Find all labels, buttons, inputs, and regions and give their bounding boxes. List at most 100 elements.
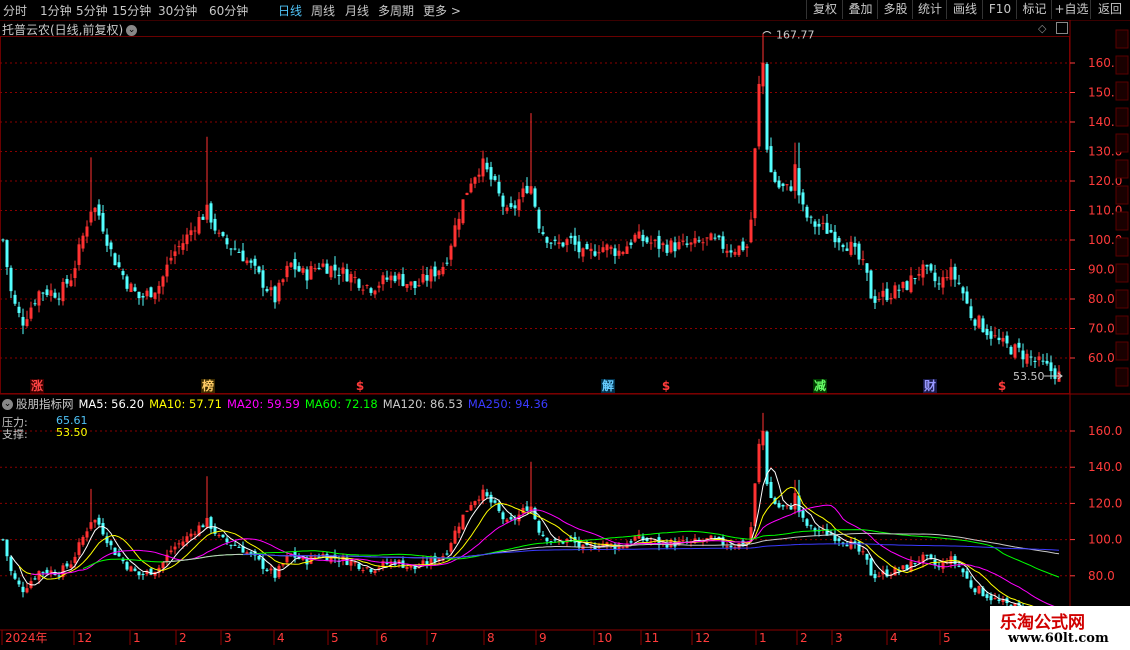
event-marker-4[interactable]: $ bbox=[659, 379, 673, 393]
event-marker-2[interactable]: $ bbox=[353, 379, 367, 393]
candle-body bbox=[1053, 368, 1057, 379]
candle-body bbox=[769, 146, 773, 173]
candle-body bbox=[385, 277, 389, 280]
candle-body bbox=[745, 246, 749, 249]
support-label: 支撑: bbox=[2, 428, 28, 441]
candle-body bbox=[353, 276, 357, 278]
candle-body bbox=[349, 274, 353, 283]
candle-body bbox=[733, 251, 737, 255]
candle-body bbox=[225, 538, 229, 543]
candle-body bbox=[589, 248, 593, 252]
event-marker-3[interactable]: 解 bbox=[601, 379, 615, 393]
candle-body bbox=[833, 534, 837, 541]
event-marker-7[interactable]: $ bbox=[995, 379, 1009, 393]
side-tab bbox=[1115, 263, 1129, 283]
candle-body bbox=[517, 199, 521, 211]
candle-body bbox=[441, 266, 445, 275]
event-marker-5[interactable]: 减 bbox=[813, 379, 827, 393]
candle-body bbox=[777, 180, 781, 188]
time-label: 8 bbox=[487, 631, 495, 645]
low-price-label: 53.50 bbox=[1013, 370, 1045, 383]
event-marker-6[interactable]: 财 bbox=[923, 379, 937, 393]
candle-body bbox=[837, 238, 841, 243]
candle-body bbox=[133, 287, 137, 292]
ma-label-4: MA120: 86.53 bbox=[382, 397, 463, 411]
candle-body bbox=[105, 234, 109, 246]
candle-body bbox=[1001, 337, 1005, 342]
candle-body bbox=[329, 266, 333, 278]
candle-body bbox=[349, 560, 353, 566]
candle-body bbox=[17, 580, 21, 585]
candle-body bbox=[845, 544, 849, 547]
time-label: 3 bbox=[835, 631, 843, 645]
candle-body bbox=[897, 289, 901, 291]
candle-body bbox=[537, 520, 541, 533]
candle-body bbox=[5, 539, 9, 557]
candle-body bbox=[965, 291, 969, 304]
indicator-tick-label: 140.0 bbox=[1088, 460, 1122, 474]
candle-body bbox=[661, 243, 665, 246]
site-watermark: 乐淘公式网 www.60lt.com bbox=[990, 606, 1130, 650]
indicator-name[interactable]: 股朋指标网 bbox=[16, 397, 74, 411]
candle-body bbox=[653, 239, 657, 241]
candle-body bbox=[629, 242, 633, 246]
candle-body bbox=[893, 285, 897, 299]
candle-body bbox=[405, 566, 409, 569]
event-marker-0[interactable]: 涨 bbox=[30, 379, 44, 393]
candle-body bbox=[229, 544, 233, 546]
candle-body bbox=[717, 235, 721, 238]
candle-body bbox=[525, 185, 529, 194]
time-label: 5 bbox=[331, 631, 339, 645]
ma-legend: MA5: 56.20 MA10: 57.71 MA20: 59.59 MA60: 72… bbox=[79, 397, 554, 411]
candle-body bbox=[821, 222, 825, 224]
candle-body bbox=[297, 266, 301, 272]
candle-body bbox=[737, 245, 741, 256]
candle-body bbox=[433, 266, 437, 277]
candle-body bbox=[933, 272, 937, 282]
candle-body bbox=[373, 570, 377, 573]
ma-label-0: MA5: 56.20 bbox=[78, 397, 145, 411]
kline-chart[interactable]: 160.0150.0140.0130.0120.0110.0100.090.08… bbox=[0, 0, 1130, 650]
candle-body bbox=[57, 298, 61, 300]
candle-body bbox=[753, 148, 757, 219]
candle-body bbox=[265, 289, 269, 292]
candle-body bbox=[801, 510, 805, 518]
candle-body bbox=[317, 267, 321, 269]
candle-body bbox=[913, 562, 917, 564]
candle-body bbox=[181, 541, 185, 546]
candle-body bbox=[545, 537, 549, 542]
candle-body bbox=[553, 539, 557, 541]
candle-body bbox=[725, 250, 729, 253]
candle-body bbox=[1057, 371, 1061, 382]
candle-body bbox=[21, 316, 25, 326]
candle-body bbox=[233, 248, 237, 250]
candle-body bbox=[461, 199, 465, 224]
candle-body bbox=[9, 556, 13, 571]
candle-body bbox=[1033, 360, 1037, 362]
candle-body bbox=[205, 204, 209, 220]
candle-body bbox=[809, 216, 813, 218]
candle-body bbox=[353, 562, 357, 564]
candle-body bbox=[857, 243, 861, 260]
candle-body bbox=[489, 494, 493, 503]
candle-body bbox=[797, 168, 801, 196]
candle-body bbox=[417, 285, 421, 287]
candle-body bbox=[133, 568, 137, 571]
candle-body bbox=[25, 588, 29, 593]
candle-body bbox=[833, 231, 837, 243]
candle-body bbox=[201, 216, 205, 220]
candle-body bbox=[313, 268, 317, 270]
candle-body bbox=[37, 291, 41, 306]
candle-body bbox=[905, 281, 909, 290]
candle-body bbox=[685, 243, 689, 245]
candle-body bbox=[869, 270, 873, 299]
candle-body bbox=[669, 240, 673, 253]
event-marker-1[interactable]: 榜 bbox=[201, 379, 215, 393]
candle-body bbox=[241, 250, 245, 262]
chevron-down-icon[interactable]: ⌄ bbox=[2, 399, 13, 410]
candle-body bbox=[677, 241, 681, 250]
candle-body bbox=[293, 551, 297, 558]
candle-body bbox=[637, 231, 641, 239]
candle-body bbox=[861, 259, 865, 261]
indicator-tick-label: 80.0 bbox=[1088, 569, 1115, 583]
